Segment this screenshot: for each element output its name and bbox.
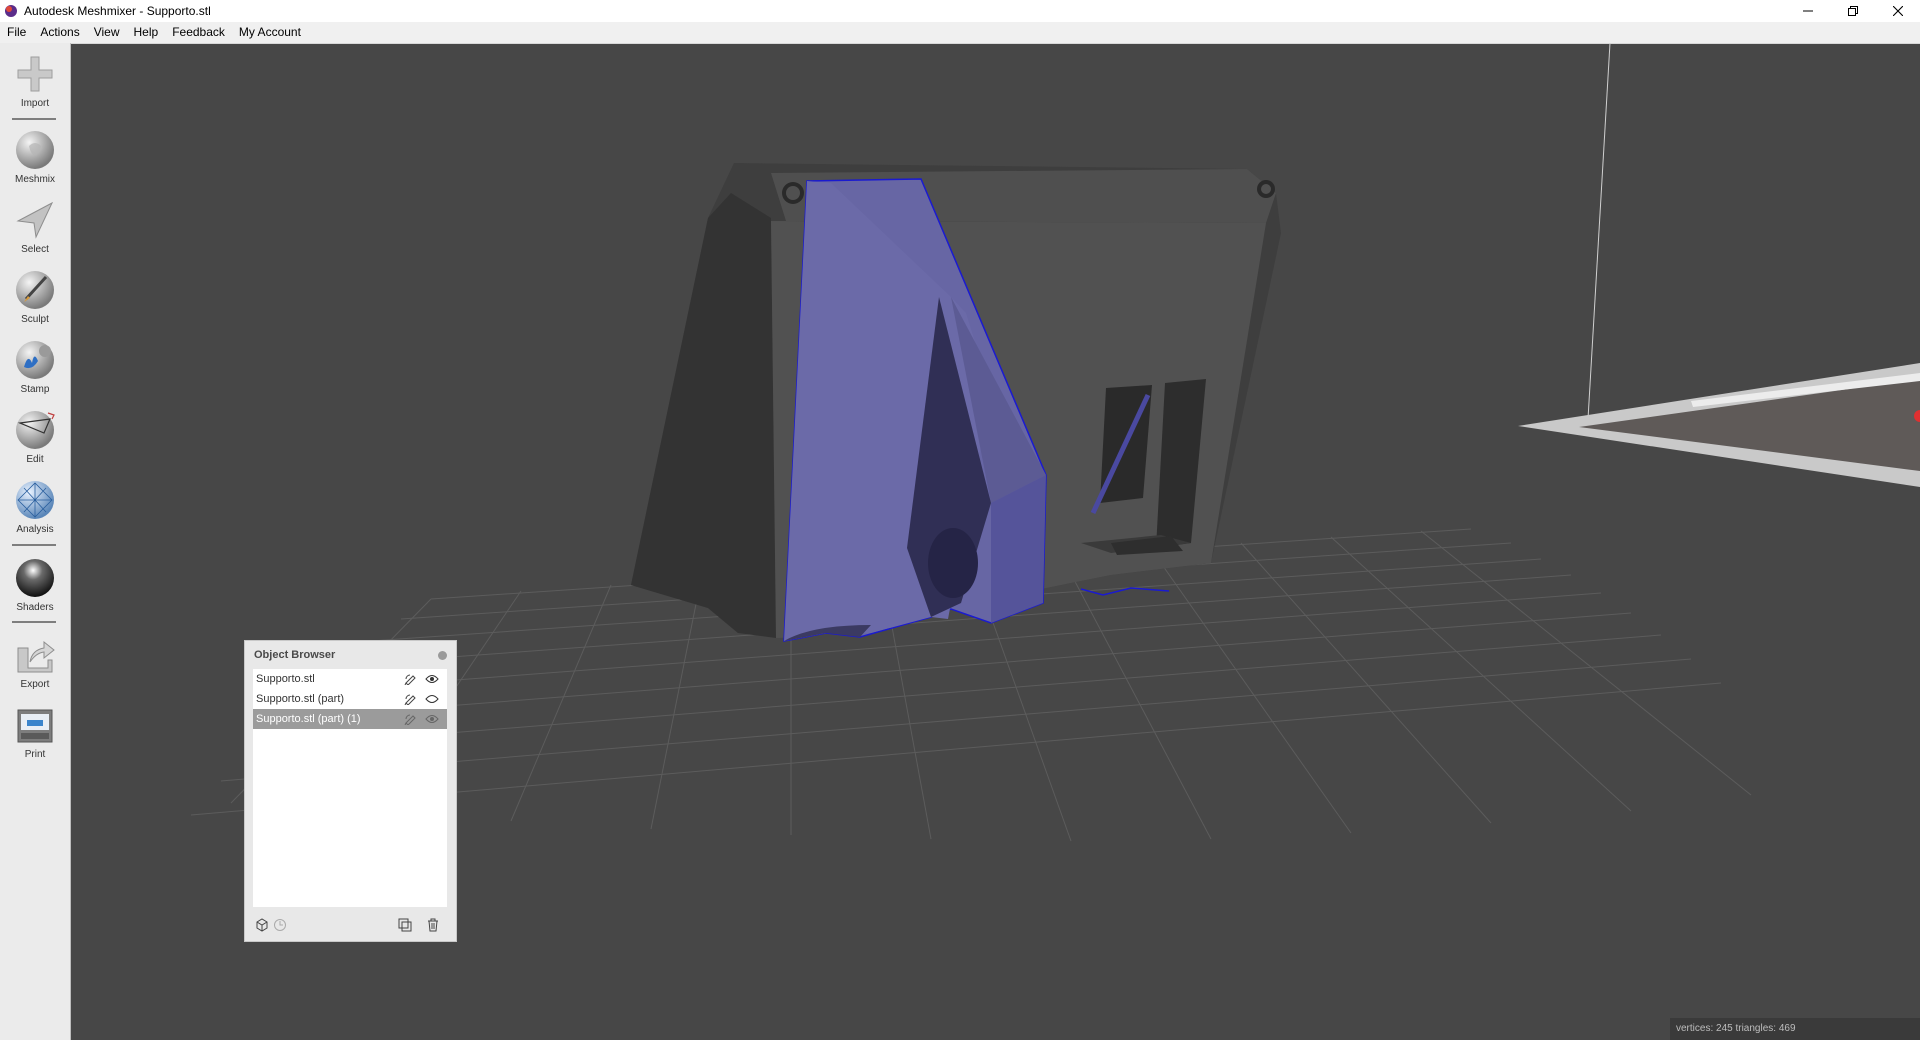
menu-help[interactable]: Help — [127, 22, 166, 43]
eye-icon[interactable] — [425, 712, 439, 726]
meshmix-tool-button[interactable]: Meshmix — [0, 129, 70, 185]
menu-file[interactable]: File — [0, 22, 33, 43]
select-tool-button[interactable]: Select — [0, 199, 70, 255]
analysis-sphere-icon — [16, 481, 54, 519]
import-tool-button[interactable]: Import — [0, 53, 70, 109]
export-tool-button[interactable]: Export — [0, 634, 70, 690]
stamp-tool-button[interactable]: Stamp — [0, 339, 70, 395]
edit-sphere-icon — [16, 411, 55, 449]
sidebar-divider — [12, 621, 56, 623]
object-name: Supporto.stl — [256, 673, 315, 685]
sculpt-label: Sculpt — [21, 314, 49, 325]
menu-feedback[interactable]: Feedback — [165, 22, 232, 43]
analysis-tool-button[interactable]: Analysis — [0, 479, 70, 535]
object-browser-footer — [245, 909, 456, 941]
list-item[interactable]: Supporto.stl (part) — [253, 689, 447, 709]
menu-actions[interactable]: Actions — [33, 22, 86, 43]
select-label: Select — [21, 244, 49, 255]
restore-icon — [1847, 6, 1858, 16]
eye-icon[interactable] — [425, 672, 439, 686]
close-button[interactable] — [1875, 0, 1920, 22]
bunny-sphere-icon — [16, 131, 54, 169]
stamp-label: Stamp — [20, 384, 50, 395]
print-tool-button[interactable]: Print — [0, 704, 70, 760]
object-browser-header[interactable]: Object Browser — [245, 641, 456, 669]
cube-icon[interactable] — [254, 917, 270, 933]
meshmix-label: Meshmix — [14, 174, 55, 185]
edit-label: Edit — [26, 454, 44, 465]
edit-object-icon[interactable] — [403, 672, 417, 686]
window-title: Autodesk Meshmixer - Supporto.stl — [24, 4, 211, 18]
mesh-stats-readout: vertices: 245 triangles: 469 — [1670, 1018, 1920, 1040]
plus-icon — [17, 56, 53, 92]
object-browser-title: Object Browser — [254, 649, 336, 661]
object-name: Supporto.stl (part) — [256, 693, 345, 705]
title-bar: Autodesk Meshmixer - Supporto.stl — [0, 0, 1920, 22]
tool-sidebar: Import Meshmix Select Sculpt Stamp Edit … — [0, 43, 71, 1040]
axis-line — [1587, 43, 1611, 420]
build-plate — [1518, 363, 1920, 487]
print-icon — [17, 709, 53, 743]
sidebar-divider — [12, 544, 56, 546]
menu-my-account[interactable]: My Account — [232, 22, 308, 43]
eye-closed-icon[interactable] — [425, 692, 439, 706]
export-label: Export — [20, 679, 50, 690]
sculpt-tool-button[interactable]: Sculpt — [0, 269, 70, 325]
minimize-button[interactable] — [1785, 0, 1830, 22]
minimize-icon — [1802, 10, 1813, 12]
restore-button[interactable] — [1830, 0, 1875, 22]
list-item-selected[interactable]: Supporto.stl (part) (1) — [253, 709, 447, 729]
object-list: Supporto.stl Supporto.stl (part) Support… — [253, 669, 447, 907]
edit-object-icon[interactable] — [403, 692, 417, 706]
shaders-tool-button[interactable]: Shaders — [0, 557, 70, 613]
edit-tool-button[interactable]: Edit — [0, 409, 70, 465]
duplicate-icon[interactable] — [397, 917, 413, 933]
brush-sphere-icon — [16, 271, 54, 309]
close-panel-button[interactable] — [438, 650, 447, 660]
shaders-label: Shaders — [16, 602, 54, 613]
shader-ball-icon — [16, 559, 54, 597]
trash-icon[interactable] — [425, 917, 441, 933]
arrow-cursor-icon — [16, 201, 54, 239]
stamp-icon — [16, 341, 54, 379]
analysis-label: Analysis — [16, 524, 54, 535]
close-icon — [1892, 6, 1903, 16]
import-label: Import — [20, 98, 50, 109]
export-icon — [17, 640, 55, 673]
object-name: Supporto.stl (part) (1) — [256, 713, 361, 725]
meshmixer-logo-icon — [5, 5, 17, 17]
edit-object-icon[interactable] — [403, 712, 417, 726]
print-label: Print — [24, 749, 46, 760]
clock-icon[interactable] — [272, 917, 288, 933]
menu-bar: File Actions View Help Feedback My Accou… — [0, 22, 1920, 44]
object-browser-panel[interactable]: Object Browser Supporto.stl Supporto.stl… — [244, 640, 457, 942]
menu-view[interactable]: View — [87, 22, 127, 43]
sidebar-divider — [12, 118, 56, 120]
list-item[interactable]: Supporto.stl — [253, 669, 447, 689]
